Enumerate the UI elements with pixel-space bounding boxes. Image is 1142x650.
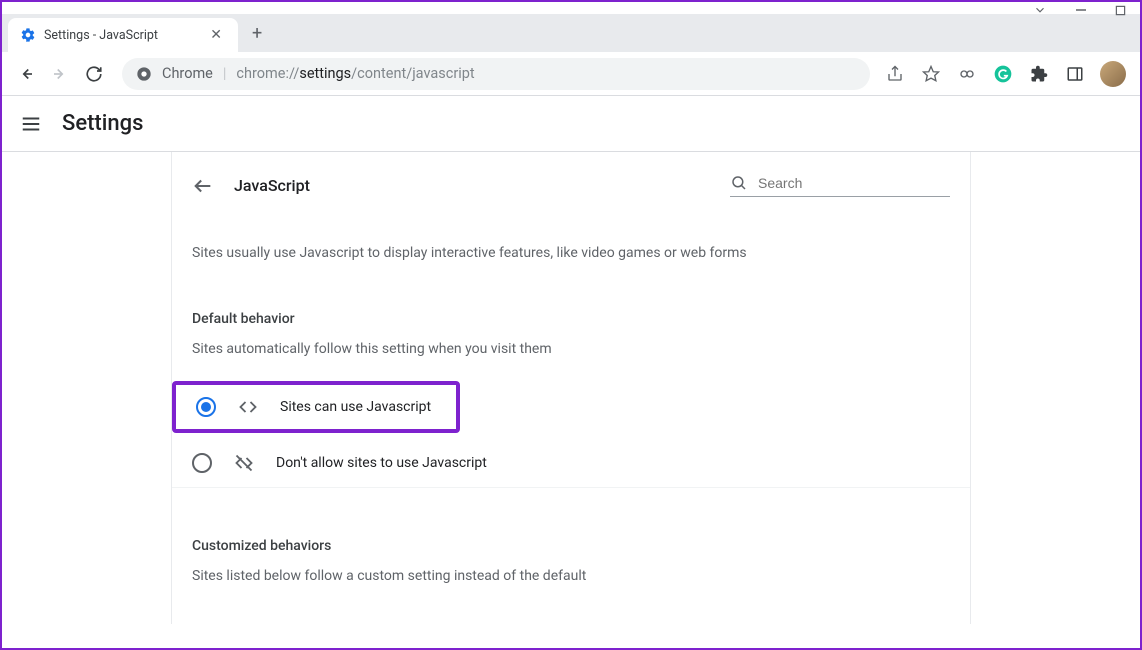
close-icon[interactable]: ✕ xyxy=(206,27,226,43)
option-label: Sites can use Javascript xyxy=(280,399,431,415)
settings-header: Settings xyxy=(2,96,1140,152)
code-icon xyxy=(238,397,258,417)
page-title: JavaScript xyxy=(234,176,730,195)
page-description: Sites usually use Javascript to display … xyxy=(172,205,970,261)
search-box[interactable] xyxy=(730,174,950,197)
toolbar-icons xyxy=(884,61,1130,87)
options-list: Sites can use Javascript Don't allow sit… xyxy=(172,381,970,488)
sidepanel-icon[interactable] xyxy=(1064,63,1086,85)
window-maximize-icon[interactable] xyxy=(1115,5,1126,16)
content: JavaScript Sites usually use Javascript … xyxy=(171,152,971,624)
address-text: chrome://settings/content/javascript xyxy=(236,65,856,82)
browser-chrome: Settings - JavaScript ✕ + Chrome | chrom… xyxy=(2,2,1140,96)
menu-icon[interactable] xyxy=(20,113,42,135)
tab-title: Settings - JavaScript xyxy=(44,28,198,43)
window-controls xyxy=(2,2,1140,14)
back-button[interactable] xyxy=(12,60,40,88)
customized-behaviors-label: Customized behaviors xyxy=(172,488,970,554)
extensions-icon[interactable] xyxy=(1028,63,1050,85)
tab-strip: Settings - JavaScript ✕ + xyxy=(2,14,1140,52)
star-icon[interactable] xyxy=(920,63,942,85)
forward-button[interactable] xyxy=(46,60,74,88)
new-tab-button[interactable]: + xyxy=(238,23,276,44)
search-icon xyxy=(730,174,748,192)
address-divider: | xyxy=(223,65,227,82)
window-caret-icon[interactable] xyxy=(1033,3,1047,17)
share-icon[interactable] xyxy=(884,63,906,85)
grammarly-icon[interactable] xyxy=(992,63,1014,85)
option-allow-js[interactable]: Sites can use Javascript xyxy=(172,381,460,433)
option-label: Don't allow sites to use Javascript xyxy=(276,455,487,471)
address-prefix: Chrome xyxy=(162,65,213,82)
search-input[interactable] xyxy=(758,175,950,191)
default-behavior-label: Default behavior xyxy=(172,261,970,327)
address-bar[interactable]: Chrome | chrome://settings/content/javas… xyxy=(122,58,870,90)
content-wrap: JavaScript Sites usually use Javascript … xyxy=(2,152,1140,624)
browser-tab[interactable]: Settings - JavaScript ✕ xyxy=(8,18,238,52)
radio-selected[interactable] xyxy=(196,397,216,417)
window-minimize-icon[interactable] xyxy=(1075,4,1087,16)
option-block-js[interactable]: Don't allow sites to use Javascript xyxy=(172,439,970,488)
radio-unselected[interactable] xyxy=(192,453,212,473)
settings-title: Settings xyxy=(62,111,143,136)
page-head: JavaScript xyxy=(172,174,970,205)
reload-button[interactable] xyxy=(80,60,108,88)
gear-icon xyxy=(20,27,36,43)
browser-toolbar: Chrome | chrome://settings/content/javas… xyxy=(2,52,1140,96)
back-arrow-icon[interactable] xyxy=(192,175,214,197)
chrome-icon xyxy=(136,66,152,82)
code-blocked-icon xyxy=(234,453,254,473)
avatar[interactable] xyxy=(1100,61,1126,87)
link-icon[interactable] xyxy=(956,63,978,85)
default-behavior-sub: Sites automatically follow this setting … xyxy=(172,327,970,357)
customized-behaviors-sub: Sites listed below follow a custom setti… xyxy=(172,554,970,584)
